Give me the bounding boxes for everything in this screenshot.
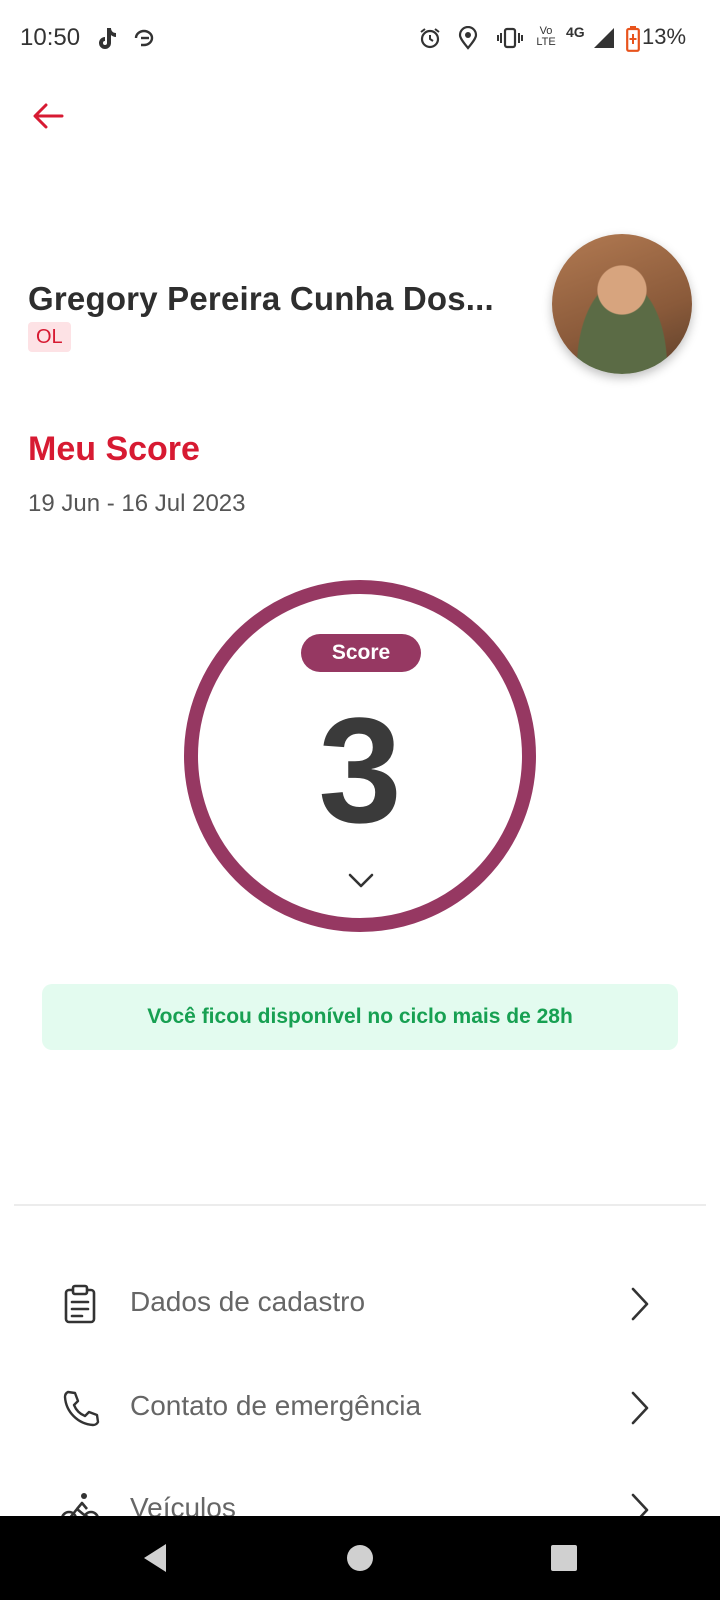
nav-home-button[interactable] <box>340 1538 380 1578</box>
profile-badge: OL <box>28 322 71 352</box>
location-icon <box>458 26 478 50</box>
avatar[interactable] <box>552 234 692 374</box>
chevron-right-icon <box>631 1287 649 1321</box>
back-button[interactable] <box>24 92 72 140</box>
signal-icon <box>594 28 614 48</box>
volte-icon: Vo LTE <box>536 25 556 48</box>
chevron-down-icon[interactable] <box>348 872 374 890</box>
screen: 10:50 Vo LTE 4G 13% Gregory Pereira Cunh… <box>0 0 720 1600</box>
alarm-icon <box>420 28 440 49</box>
nav-recents-button[interactable] <box>544 1538 584 1578</box>
score-pill: Score <box>301 634 421 672</box>
loop-icon <box>134 29 154 47</box>
status-bar: 10:50 Vo LTE 4G 13% <box>0 0 720 78</box>
battery-level: 13% <box>642 24 687 49</box>
menu-item-label: Contato de emergência <box>130 1390 422 1421</box>
score-date-range: 19 Jun - 16 Jul 2023 <box>28 490 246 517</box>
network-type: 4G <box>566 24 585 40</box>
phone-icon <box>63 1390 100 1427</box>
vibrate-icon <box>497 27 523 49</box>
availability-message: Você ficou disponível no ciclo mais de 2… <box>42 984 678 1050</box>
score-title: Meu Score <box>28 430 200 468</box>
divider <box>14 1204 706 1206</box>
chevron-right-icon <box>631 1391 649 1425</box>
nav-back-button[interactable] <box>136 1538 176 1578</box>
status-time: 10:50 <box>20 24 81 51</box>
score-value: 3 <box>318 686 402 854</box>
menu-item-dados-cadastro[interactable]: Dados de cadastro <box>0 1256 720 1346</box>
battery-icon <box>626 26 640 52</box>
profile-name: Gregory Pereira Cunha Dos... <box>28 280 494 317</box>
menu-item-contato-emergencia[interactable]: Contato de emergência <box>0 1360 720 1450</box>
tiktok-icon <box>99 28 116 49</box>
clipboard-icon <box>64 1284 96 1324</box>
arrow-left-icon <box>33 103 64 129</box>
navigation-bar <box>0 1516 720 1600</box>
menu-item-label: Dados de cadastro <box>130 1286 366 1317</box>
